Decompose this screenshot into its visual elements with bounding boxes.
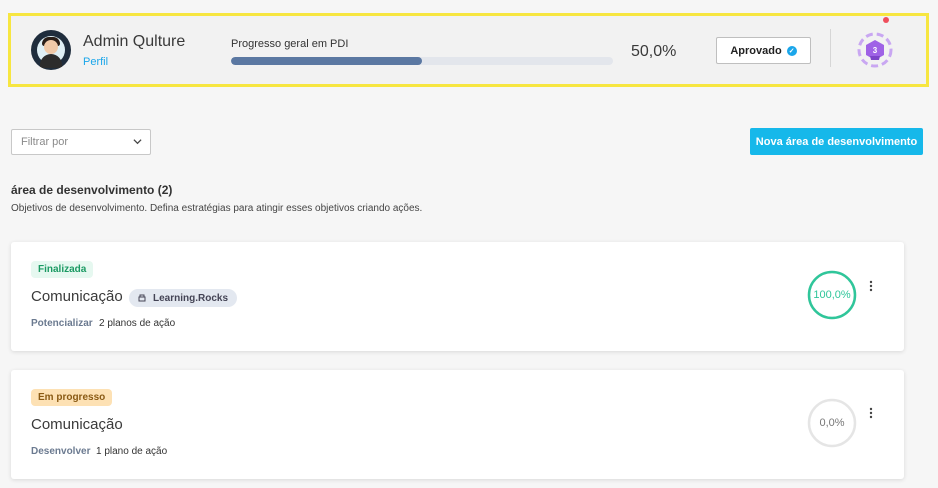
status-badge: Em progresso: [31, 389, 113, 406]
learning-icon: [138, 294, 146, 302]
section-description: Objetivos de desenvolvimento. Defina est…: [11, 203, 423, 214]
avatar[interactable]: [31, 30, 71, 70]
area-category: Desenvolver: [31, 446, 91, 457]
development-area-card[interactable]: Finalizada Comunicação Learning.Rocks Po…: [11, 242, 904, 351]
filter-placeholder: Filtrar por: [21, 136, 69, 148]
development-area-card[interactable]: Em progresso Comunicação Desenvolver 1 p…: [11, 370, 904, 479]
tag-label: Learning.Rocks: [153, 292, 229, 304]
more-options-icon[interactable]: [869, 280, 873, 292]
card-title: Comunicação: [31, 416, 123, 433]
level-number: 3: [873, 46, 878, 55]
progress-ring-label: 0,0%: [819, 417, 845, 429]
status-badge: Finalizada: [31, 261, 94, 278]
section-title: área de desenvolvimento (2): [11, 183, 173, 197]
overall-progress-fill: [231, 57, 422, 65]
new-development-area-button[interactable]: Nova área de desenvolvimento: [750, 128, 923, 155]
check-circle-icon: ✓: [786, 45, 797, 56]
card-title: Comunicação: [31, 288, 123, 305]
filter-select[interactable]: Filtrar por: [11, 129, 151, 155]
approved-label: Aprovado: [730, 44, 782, 57]
progress-ring-label: 100,0%: [813, 289, 851, 301]
chevron-down-icon: [133, 139, 142, 145]
overall-progress-label: Progresso geral em PDI: [231, 38, 349, 50]
action-plans-count: 1 plano de ação: [96, 446, 168, 457]
action-plans-count: 2 planos de ação: [99, 318, 176, 329]
profile-header: Admin Qulture Perfil Progresso geral em …: [11, 16, 926, 84]
profile-link[interactable]: Perfil: [83, 56, 108, 68]
learning-tag[interactable]: Learning.Rocks: [129, 289, 238, 307]
approved-button[interactable]: Aprovado ✓: [716, 37, 811, 64]
notification-dot: [883, 17, 889, 23]
header-divider: [830, 29, 831, 67]
user-name: Admin Qulture: [83, 33, 186, 50]
overall-progress-value: 50,0%: [631, 43, 677, 60]
more-options-icon[interactable]: [869, 407, 873, 419]
level-badge-icon[interactable]: 3: [855, 32, 895, 68]
area-category: Potencializar: [31, 318, 93, 329]
overall-progress-bar: [231, 57, 613, 65]
